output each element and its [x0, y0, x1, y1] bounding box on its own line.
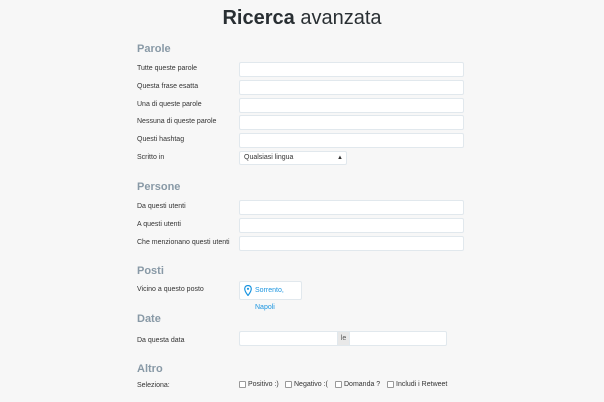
exact-phrase-input[interactable] — [239, 80, 464, 95]
language-select-value: Qualsiasi lingua — [244, 154, 294, 161]
label-language: Scritto in — [137, 154, 165, 161]
label-any-words: Una di queste parole — [137, 101, 202, 108]
checkbox-positive-label: Positivo :) — [248, 381, 279, 388]
checkbox-positive[interactable]: Positivo :) — [239, 380, 279, 389]
mentioning-users-input[interactable] — [239, 236, 464, 251]
section-heading-other: Altro — [137, 363, 163, 375]
all-words-input[interactable] — [239, 62, 464, 77]
label-select: Seleziona: — [137, 382, 170, 389]
checkbox-include-retweets-label: Includi i Retweet — [396, 381, 448, 388]
select-arrows-icon: ▲︎ — [337, 155, 343, 161]
checkbox-box[interactable] — [387, 381, 394, 388]
label-all-words: Tutte queste parole — [137, 65, 198, 72]
section-heading-people: Persone — [137, 181, 181, 193]
checkbox-include-retweets[interactable]: Includi i Retweet — [387, 380, 447, 389]
from-date-input[interactable] — [239, 331, 337, 346]
any-words-input[interactable] — [239, 98, 464, 113]
near-place-value: Sorrento, Napoli — [255, 287, 284, 311]
date-separator: le — [337, 331, 350, 346]
label-mentioning-users: Che menzionano questi utenti — [137, 239, 230, 246]
label-exact-phrase: Questa frase esatta — [137, 83, 199, 90]
checkbox-question[interactable]: Domanda ? — [335, 380, 380, 389]
checkbox-negative[interactable]: Negativo :( — [285, 380, 328, 389]
near-place-button[interactable]: Sorrento, Napoli — [239, 281, 302, 311]
page-title-rest: avanzata — [300, 7, 382, 29]
section-heading-words: Parole — [137, 43, 171, 55]
to-date-input[interactable] — [350, 331, 447, 346]
hashtags-input[interactable] — [239, 133, 464, 148]
from-users-input[interactable] — [239, 200, 464, 215]
page-title-bold: Ricerca — [222, 7, 295, 29]
section-heading-date: Date — [137, 313, 161, 325]
label-none-words: Nessuna di queste parole — [137, 118, 217, 125]
section-heading-places: Posti — [137, 265, 164, 277]
label-from-date: Da questa data — [137, 337, 185, 344]
language-select[interactable]: Qualsiasi lingua ▲︎ — [239, 151, 347, 165]
checkbox-box[interactable] — [335, 381, 342, 388]
label-from-users: Da questi utenti — [137, 203, 186, 210]
label-to-users: A questi utenti — [137, 221, 181, 228]
to-users-input[interactable] — [239, 218, 464, 233]
checkbox-box[interactable] — [239, 381, 246, 388]
checkbox-question-label: Domanda ? — [344, 381, 381, 388]
location-pin-icon — [244, 285, 252, 296]
page-title: Ricerca avanzata — [0, 7, 604, 30]
checkbox-box[interactable] — [285, 381, 292, 388]
label-hashtags: Questi hashtag — [137, 136, 185, 143]
checkbox-negative-label: Negativo :( — [294, 381, 328, 388]
label-near-place: Vicino a questo posto — [137, 286, 204, 293]
none-words-input[interactable] — [239, 115, 464, 130]
